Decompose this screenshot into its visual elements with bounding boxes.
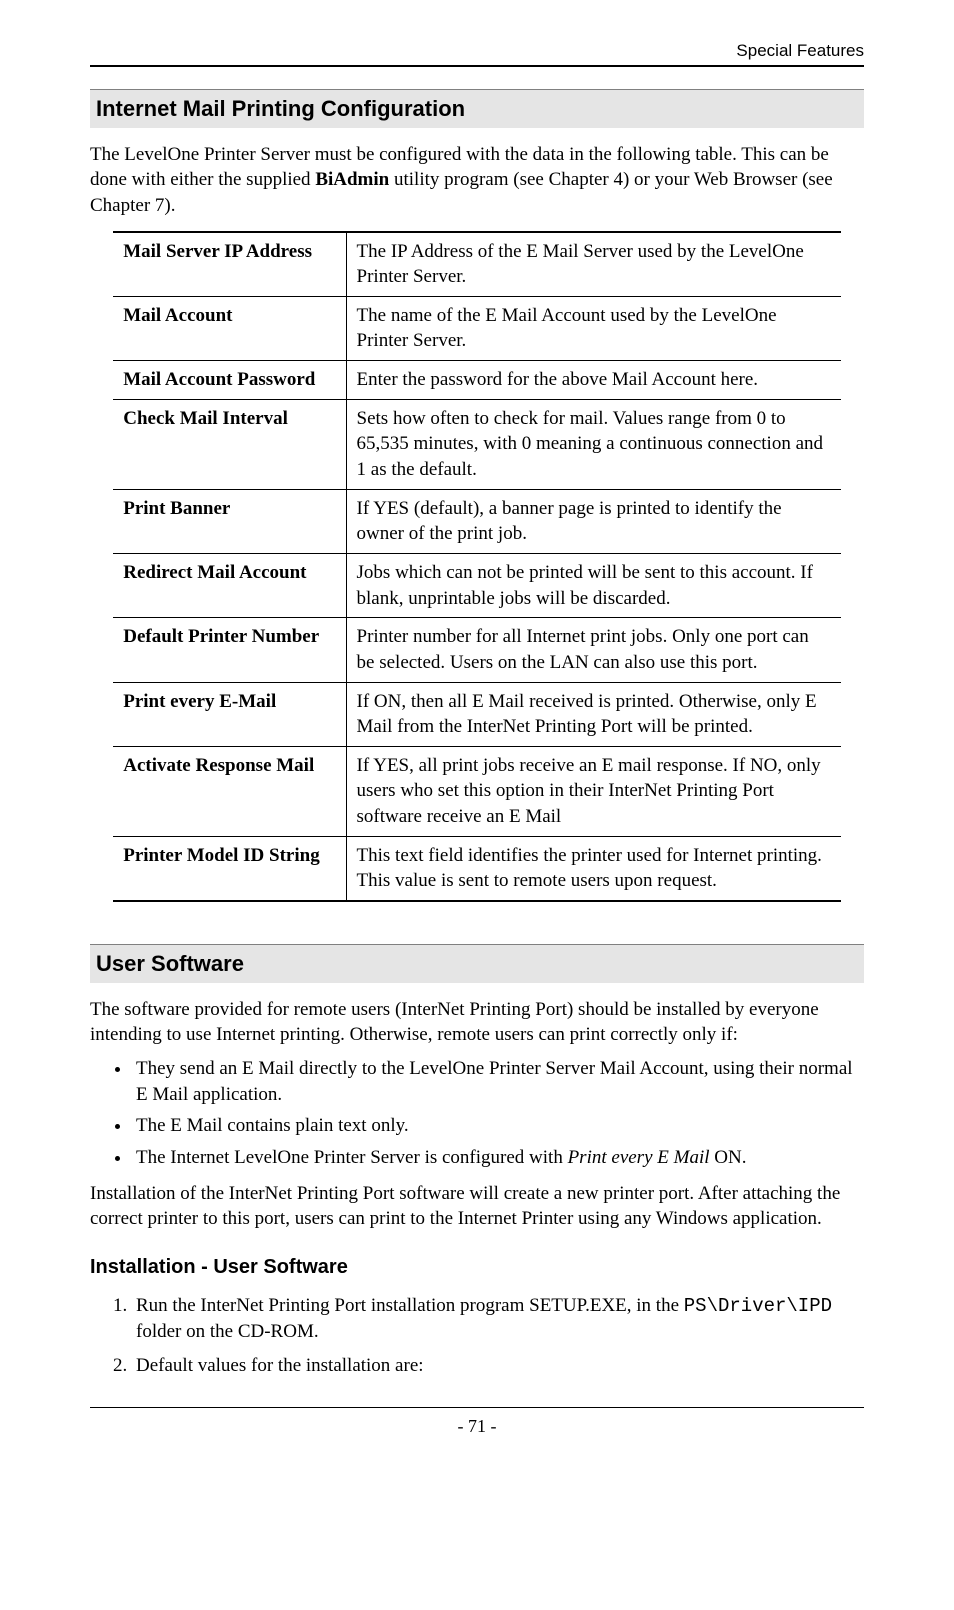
setting-label: Print Banner [113,489,346,553]
settings-table: Mail Server IP Address The IP Address of… [113,231,841,902]
page-container: Special Features Internet Mail Printing … [0,0,954,1468]
setting-desc: If ON, then all E Mail received is print… [346,682,841,746]
setting-desc: Enter the password for the above Mail Ac… [346,361,841,400]
setting-desc: Sets how often to check for mail. Values… [346,399,841,489]
setting-desc: This text field identifies the printer u… [346,836,841,901]
table-row: Printer Model ID String This text field … [113,836,841,901]
list-item-text-italic: Print every E Mail [568,1147,710,1168]
list-item: The Internet LevelOne Printer Server is … [132,1145,864,1171]
steps-list: Run the InterNet Printing Port installat… [90,1293,864,1379]
setting-desc: If YES (default), a banner page is print… [346,489,841,553]
intro-paragraph-1: The LevelOne Printer Server must be conf… [90,142,864,219]
setting-desc: If YES, all print jobs receive an E mail… [346,746,841,836]
list-item: They send an E Mail directly to the Leve… [132,1056,864,1107]
setting-label: Redirect Mail Account [113,553,346,617]
intro-text-bold: BiAdmin [315,169,389,190]
page-number: - 71 - [458,1416,497,1436]
step-text-pre: Run the InterNet Printing Port installat… [136,1295,684,1316]
table-row: Mail Account The name of the E Mail Acco… [113,296,841,360]
step-text-post: folder on the CD-ROM. [136,1321,319,1342]
setting-desc: The IP Address of the E Mail Server used… [346,232,841,297]
user-software-para2: Installation of the InterNet Printing Po… [90,1181,864,1232]
list-item: Run the InterNet Printing Port installat… [132,1293,864,1345]
setting-desc: The name of the E Mail Account used by t… [346,296,841,360]
setting-desc: Printer number for all Internet print jo… [346,618,841,682]
bullet-list: They send an E Mail directly to the Leve… [90,1056,864,1171]
setting-label: Check Mail Interval [113,399,346,489]
page-footer: - 71 - [90,1407,864,1438]
list-item: The E Mail contains plain text only. [132,1113,864,1139]
list-item-text-post: ON. [710,1147,747,1168]
list-item-text-pre: The Internet LevelOne Printer Server is … [136,1147,568,1168]
setting-label: Print every E-Mail [113,682,346,746]
heading-installation: Installation - User Software [90,1254,864,1281]
setting-label: Mail Account [113,296,346,360]
list-item: Default values for the installation are: [132,1353,864,1379]
step-text-mono: PS\Driver\IPD [684,1295,832,1317]
setting-desc: Jobs which can not be printed will be se… [346,553,841,617]
table-row: Check Mail Interval Sets how often to ch… [113,399,841,489]
table-row: Activate Response Mail If YES, all print… [113,746,841,836]
table-row: Mail Server IP Address The IP Address of… [113,232,841,297]
table-row: Redirect Mail Account Jobs which can not… [113,553,841,617]
table-row: Mail Account Password Enter the password… [113,361,841,400]
heading-user-software: User Software [90,944,864,983]
heading-internet-mail-printing: Internet Mail Printing Configuration [90,89,864,128]
running-header: Special Features [90,40,864,65]
setting-label: Printer Model ID String [113,836,346,901]
table-row: Print Banner If YES (default), a banner … [113,489,841,553]
setting-label: Default Printer Number [113,618,346,682]
table-row: Default Printer Number Printer number fo… [113,618,841,682]
setting-label: Activate Response Mail [113,746,346,836]
setting-label: Mail Account Password [113,361,346,400]
header-rule: Special Features [90,40,864,67]
user-software-intro: The software provided for remote users (… [90,997,864,1048]
table-row: Print every E-Mail If ON, then all E Mai… [113,682,841,746]
setting-label: Mail Server IP Address [113,232,346,297]
